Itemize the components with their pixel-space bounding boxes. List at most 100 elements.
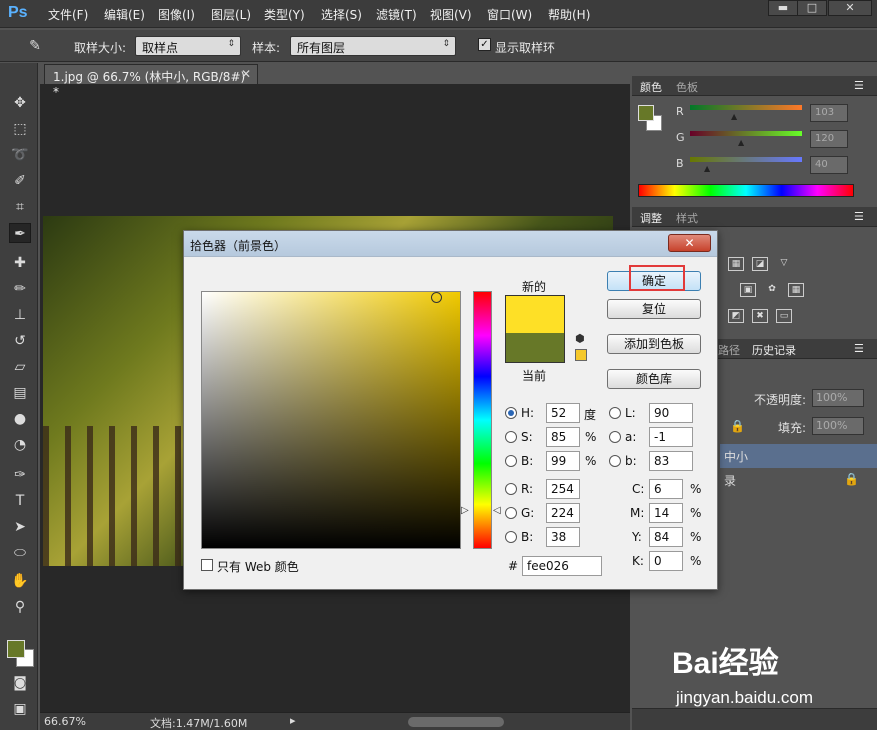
dodge-tool-icon[interactable]: ◔ bbox=[9, 435, 31, 455]
opacity-field[interactable]: 100% bbox=[812, 389, 864, 407]
eraser-tool-icon[interactable]: ▱ bbox=[9, 357, 31, 377]
panel-menu-icon[interactable]: ☰ bbox=[854, 79, 864, 92]
close-icon[interactable]: ✕ bbox=[241, 67, 251, 81]
panel-menu-icon[interactable]: ☰ bbox=[854, 342, 864, 355]
show-ring-checkbox[interactable]: ✓ bbox=[478, 38, 491, 51]
c-input[interactable]: 6 bbox=[649, 479, 683, 499]
s-radio[interactable] bbox=[505, 431, 517, 443]
hue-arrow-left-icon[interactable]: ▷ bbox=[461, 505, 469, 516]
eyedropper-tool-icon[interactable]: ✒ bbox=[9, 223, 31, 243]
blue-radio[interactable] bbox=[505, 531, 517, 543]
curves-icon[interactable]: ◪ bbox=[752, 257, 768, 271]
channel-mixer-icon[interactable]: ✿ bbox=[764, 283, 780, 297]
hex-input[interactable]: fee026 bbox=[522, 556, 602, 576]
b-radio[interactable] bbox=[505, 455, 517, 467]
sample-select[interactable]: 所有图层 ⇕ bbox=[290, 36, 456, 56]
lab-b-input[interactable]: 83 bbox=[649, 451, 693, 471]
panel-fg-swatch[interactable] bbox=[638, 105, 654, 121]
saturation-brightness-field[interactable] bbox=[201, 291, 461, 549]
levels-icon[interactable]: ▦ bbox=[728, 257, 744, 271]
foreground-color-swatch[interactable] bbox=[7, 640, 25, 658]
color-libraries-button[interactable]: 颜色库 bbox=[607, 369, 701, 389]
screen-mode-icon[interactable]: ▣ bbox=[9, 699, 31, 719]
stamp-tool-icon[interactable]: ⊥ bbox=[9, 305, 31, 325]
g-thumb[interactable]: ▲ bbox=[738, 138, 744, 147]
web-colors-checkbox[interactable] bbox=[201, 559, 213, 571]
invert-icon[interactable]: ◩ bbox=[728, 309, 744, 323]
gradient-map-icon[interactable]: ▽ bbox=[776, 257, 792, 271]
pen-tool-icon[interactable]: ✑ bbox=[9, 465, 31, 485]
l-input[interactable]: 90 bbox=[649, 403, 693, 423]
tab-adjustments[interactable]: 调整 bbox=[640, 210, 662, 226]
b-thumb[interactable]: ▲ bbox=[704, 164, 710, 173]
menu-view[interactable]: 视图(V) bbox=[430, 6, 472, 23]
a-input[interactable]: -1 bbox=[649, 427, 693, 447]
r-input[interactable]: 254 bbox=[546, 479, 580, 499]
lab-b-radio[interactable] bbox=[609, 455, 621, 467]
a-radio[interactable] bbox=[609, 431, 621, 443]
menu-layer[interactable]: 图层(L) bbox=[211, 6, 251, 23]
document-tab[interactable]: 1.jpg @ 66.7% (林中小, RGB/8#) * ✕ bbox=[44, 64, 258, 99]
minimize-button[interactable]: ▬ bbox=[768, 0, 798, 16]
blur-tool-icon[interactable]: ● bbox=[9, 409, 31, 429]
menu-image[interactable]: 图像(I) bbox=[158, 6, 195, 23]
menu-select[interactable]: 选择(S) bbox=[321, 6, 362, 23]
lock-icon[interactable]: 🔒 bbox=[730, 419, 745, 433]
b-input[interactable]: 99 bbox=[546, 451, 580, 471]
threshold-icon[interactable]: ✖ bbox=[752, 309, 768, 323]
cube-warning-icon[interactable]: ⬢ bbox=[575, 333, 587, 345]
eyedropper-icon[interactable]: ✎ bbox=[24, 36, 46, 56]
g-input[interactable]: 224 bbox=[546, 503, 580, 523]
gradient-tool-icon[interactable]: ▤ bbox=[9, 383, 31, 403]
menu-help[interactable]: 帮助(H) bbox=[548, 6, 590, 23]
zoom-level[interactable]: 66.67% bbox=[44, 715, 86, 728]
type-tool-icon[interactable]: T bbox=[9, 491, 31, 511]
dialog-close-button[interactable]: ✕ bbox=[668, 234, 711, 252]
window-close-button[interactable]: ✕ bbox=[828, 0, 872, 16]
reset-button[interactable]: 复位 bbox=[607, 299, 701, 319]
menu-filter[interactable]: 滤镜(T) bbox=[376, 6, 417, 23]
tab-swatches[interactable]: 色板 bbox=[676, 79, 698, 95]
tab-history[interactable]: 历史记录 bbox=[752, 342, 796, 358]
layer-row[interactable]: 录 🔒 bbox=[720, 468, 877, 492]
panel-menu-icon[interactable]: ☰ bbox=[854, 210, 864, 223]
color-cursor[interactable] bbox=[431, 292, 442, 303]
marquee-tool-icon[interactable]: ⬚ bbox=[9, 119, 31, 139]
hand-tool-icon[interactable]: ✋ bbox=[9, 571, 31, 591]
path-select-icon[interactable]: ➤ bbox=[9, 517, 31, 537]
crop-tool-icon[interactable]: ⌗ bbox=[9, 197, 31, 217]
current-color-swatch[interactable] bbox=[505, 333, 565, 363]
menu-edit[interactable]: 编辑(E) bbox=[104, 6, 145, 23]
history-brush-icon[interactable]: ↺ bbox=[9, 331, 31, 351]
h-input[interactable]: 52 bbox=[546, 403, 580, 423]
r-thumb[interactable]: ▲ bbox=[731, 112, 737, 121]
quick-select-tool-icon[interactable]: ✐ bbox=[9, 171, 31, 191]
m-input[interactable]: 14 bbox=[649, 503, 683, 523]
h-radio[interactable] bbox=[505, 407, 517, 419]
y-input[interactable]: 84 bbox=[649, 527, 683, 547]
l-radio[interactable] bbox=[609, 407, 621, 419]
zoom-tool-icon[interactable]: ⚲ bbox=[9, 597, 31, 617]
tab-color[interactable]: 颜色 bbox=[640, 79, 662, 95]
fill-field[interactable]: 100% bbox=[812, 417, 864, 435]
move-tool-icon[interactable]: ✥ bbox=[9, 93, 31, 113]
color-spectrum[interactable] bbox=[638, 184, 854, 197]
hue-slider[interactable] bbox=[473, 291, 492, 549]
lasso-tool-icon[interactable]: ➰ bbox=[9, 145, 31, 165]
brush-tool-icon[interactable]: ✏ bbox=[9, 279, 31, 299]
g-slider[interactable] bbox=[690, 131, 802, 136]
add-to-swatches-button[interactable]: 添加到色板 bbox=[607, 334, 701, 354]
b-value[interactable]: 40 bbox=[810, 156, 848, 174]
healing-tool-icon[interactable]: ✚ bbox=[9, 253, 31, 273]
g-value[interactable]: 120 bbox=[810, 130, 848, 148]
menu-type[interactable]: 类型(Y) bbox=[264, 6, 305, 23]
g-radio[interactable] bbox=[505, 507, 517, 519]
horizontal-scrollbar[interactable] bbox=[408, 717, 504, 727]
selective-color-icon[interactable]: ▭ bbox=[776, 309, 792, 323]
s-input[interactable]: 85 bbox=[546, 427, 580, 447]
gamut-swatch[interactable] bbox=[575, 349, 587, 361]
hue-arrow-right-icon[interactable]: ◁ bbox=[493, 505, 501, 516]
shape-tool-icon[interactable]: ⬭ bbox=[9, 543, 31, 563]
layer-row[interactable]: 中小 bbox=[720, 444, 877, 468]
maximize-button[interactable]: □ bbox=[797, 0, 827, 16]
